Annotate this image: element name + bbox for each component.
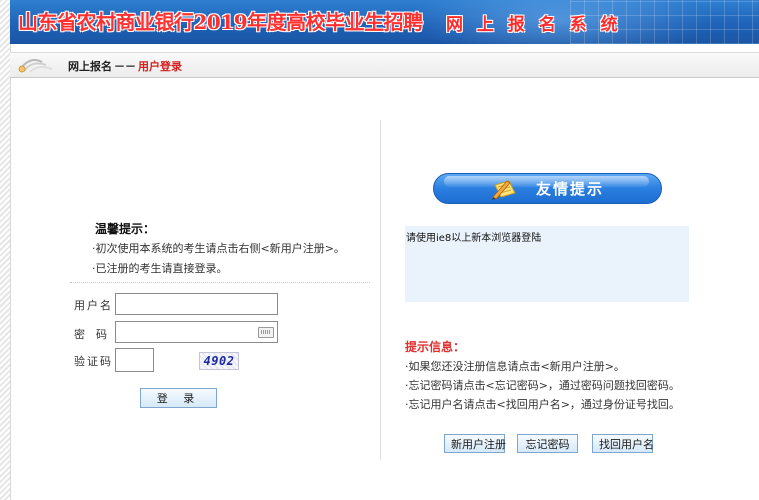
- notice-box: 请使用ie8以上新本浏览器登陆: [405, 226, 689, 302]
- info-title: 提示信息：: [405, 340, 466, 354]
- notice-text: 请使用ie8以上新本浏览器登陆: [406, 233, 542, 244]
- tips-title: 温馨提示：: [95, 222, 156, 236]
- tip-line: ·已注册的考生请直接登录。: [92, 262, 228, 275]
- site-title: 山东省农村商业银行2019年度高校毕业生招聘: [18, 10, 423, 34]
- captcha-label: 验证码: [74, 355, 113, 368]
- find-username-button[interactable]: 找回用户名: [592, 434, 654, 453]
- forgot-password-button[interactable]: 忘记密码: [517, 434, 578, 453]
- info-line: ·忘记用户名请点击<找回用户名>，通过身份证号找回。: [405, 398, 680, 411]
- breadcrumb-current: 用户登录: [138, 60, 182, 73]
- friendly-tips-title: 友情提示: [536, 180, 605, 198]
- divider: [70, 282, 370, 283]
- breadcrumb-bar: 网上报名 －－ 用户登录: [10, 52, 759, 78]
- captcha-input[interactable]: [115, 348, 154, 372]
- info-line: ·忘记密码请点击<忘记密码>，通过密码问题找回密码。: [405, 379, 680, 392]
- breadcrumb: 网上报名 －－ 用户登录: [68, 58, 182, 74]
- friendly-tips-banner: 友情提示: [433, 173, 662, 204]
- register-button[interactable]: 新用户注册: [444, 434, 506, 453]
- password-input[interactable]: [115, 321, 278, 343]
- username-label: 用户名: [74, 299, 113, 312]
- breadcrumb-root[interactable]: 网上报名: [68, 60, 112, 73]
- login-button[interactable]: 登 录: [140, 388, 217, 408]
- pen-paper-icon: [492, 180, 516, 200]
- keyboard-icon[interactable]: [258, 327, 274, 338]
- captcha-image[interactable]: 4902: [199, 352, 239, 370]
- system-subtitle: 网 上 报 名 系 统: [446, 15, 622, 35]
- username-input[interactable]: [115, 293, 278, 315]
- header-banner: 山东省农村商业银行2019年度高校毕业生招聘 网 上 报 名 系 统: [10, 0, 759, 44]
- password-label: 密 码: [74, 328, 107, 341]
- tip-line: ·初次使用本系统的考生请点击右侧<新用户注册>。: [92, 242, 345, 255]
- vertical-divider: [380, 120, 381, 460]
- breadcrumb-separator: －－: [114, 60, 136, 73]
- speaker-swoosh-icon: [18, 59, 53, 73]
- info-line: ·如果您还没注册信息请点击<新用户注册>。: [405, 360, 625, 373]
